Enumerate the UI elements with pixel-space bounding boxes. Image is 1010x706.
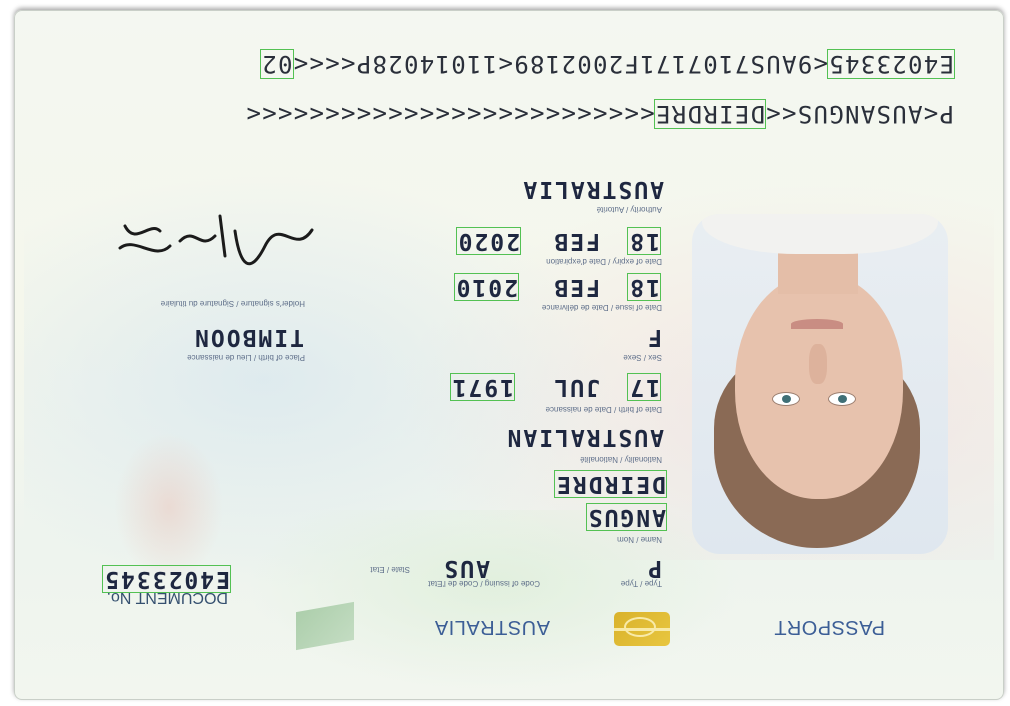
mrz-line2-middle: <9AUS7107171F2002189<11014028P<<<< [292, 50, 828, 78]
mrz-line1-fill: <<<<<<<<<<<<<<<<<<<<<<<<<< [245, 100, 655, 128]
passport-page: PASSPORT AUSTRALIA DOCUMENT No. E4023345… [0, 0, 1010, 706]
photo-face [735, 274, 903, 499]
authority-value: AUSTRALIA [521, 176, 664, 202]
country-title: AUSTRALIA [434, 616, 550, 638]
date-of-expiry-month: FEB [552, 228, 600, 254]
ghost-portrait [114, 432, 224, 582]
sex-label: Sex / Sexe [623, 353, 662, 362]
nationality-value: AUSTRALIAN [505, 424, 664, 450]
state-label: State / Etat [370, 565, 410, 574]
photo-eye [828, 392, 856, 406]
chip-icon [614, 612, 670, 646]
surname-label: Name / Nom [617, 535, 662, 544]
dob-day: 17 [627, 373, 661, 401]
date-of-expiry-label: Date of expiry / Date d'expiration [546, 257, 662, 266]
given-names-value: DEIRDRE [554, 470, 667, 498]
authority-label: Authority / Autorité [596, 205, 662, 214]
photo-nose [809, 344, 827, 384]
mrz-line1-given: DEIRDRE [653, 99, 767, 129]
nationality-label: Nationality / Nationalité [580, 455, 662, 464]
mrz-line-2: E4023345<9AUS7107171F2002189<11014028P<<… [260, 49, 955, 79]
mrz-line1-prefix: P<AUSANGUS<< [765, 100, 954, 128]
mrz-line-1: P<AUSANGUS<<DEIRDRE<<<<<<<<<<<<<<<<<<<<<… [245, 99, 954, 129]
date-of-expiry-year: 2020 [455, 227, 522, 255]
place-of-birth-label: Place of birth / Lieu de naissance [187, 353, 305, 362]
dob-year: 1971 [449, 373, 516, 401]
photo-shoulders [702, 214, 938, 254]
screenshot-stage: PASSPORT AUSTRALIA DOCUMENT No. E4023345… [0, 0, 1010, 706]
date-of-issue-year: 2010 [453, 273, 520, 301]
date-of-issue-month: FEB [552, 274, 600, 300]
photo-eye [772, 392, 800, 406]
date-of-expiry-day: 18 [627, 227, 661, 255]
sex-value: F [646, 324, 662, 350]
dob-month: JUL [552, 374, 600, 400]
holder-photo [692, 214, 948, 554]
document-number: E4023345 [102, 565, 231, 593]
type-value: P [646, 555, 662, 581]
surname-value: ANGUS [585, 503, 668, 531]
date-of-issue-day: 18 [627, 273, 661, 301]
holder-signature-icon [118, 214, 314, 266]
passport-title: PASSPORT [773, 616, 885, 638]
code-value: AUS [442, 555, 490, 581]
chip-ring [624, 617, 656, 637]
place-of-birth-value: TIMBOON [193, 324, 304, 350]
dob-label: Date of birth / Date de naissance [545, 405, 662, 414]
photo-mouth [791, 319, 843, 329]
chip-bar [614, 628, 670, 631]
background-tint [244, 510, 744, 690]
mrz-line2-docno: E4023345 [827, 49, 955, 79]
signature-label: Holder's signature / Signature du titula… [160, 299, 305, 308]
mrz-line2-end: 02 [260, 49, 294, 79]
date-of-issue-label: Date of issue / Date de délivrance [541, 303, 662, 312]
